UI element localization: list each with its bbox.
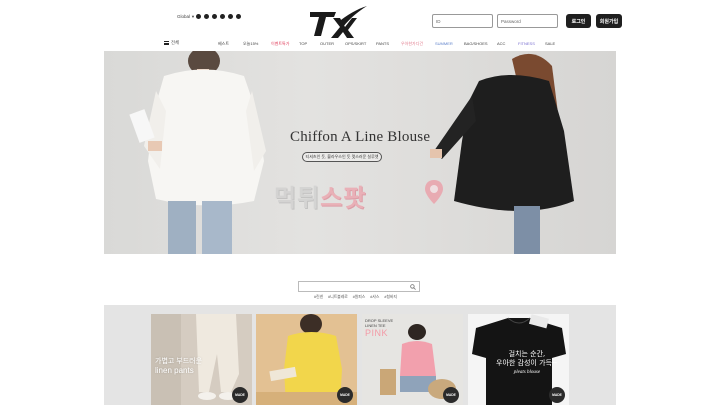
nav-item-fitness[interactable]: FITNESS bbox=[518, 41, 535, 46]
nav-item-acc[interactable]: ACC bbox=[497, 41, 505, 46]
search-tag[interactable]: #원피스 bbox=[353, 295, 366, 300]
product-caption-line2: 우아한 감성이 가득~ bbox=[496, 359, 558, 367]
product-caption: 걸치는 순간, 우아한 감성이 가득~ pleats blouse bbox=[496, 350, 558, 377]
top-bar: Global ▼ 로그인 회원가입 bbox=[0, 0, 720, 39]
search-tag[interactable]: #린넨 bbox=[314, 295, 323, 300]
search-tag[interactable]: #니트볼레로 bbox=[328, 295, 348, 300]
product-card[interactable]: MADE bbox=[256, 314, 357, 405]
all-menu-label: 전체 bbox=[171, 40, 179, 45]
nav-item-event[interactable]: 이벤트특가 bbox=[271, 41, 289, 47]
made-badge: MADE bbox=[549, 387, 565, 403]
made-badge: MADE bbox=[443, 387, 459, 403]
product-card[interactable]: 걸치는 순간, 우아한 감성이 가득~ pleats blouse MADE bbox=[468, 314, 569, 405]
banner-title: Chiffon A Line Blouse bbox=[290, 129, 431, 145]
hero-banner[interactable]: Chiffon A Line Blouse 티셔츠인 듯, 블라우스인 듯 멋스… bbox=[104, 51, 616, 254]
all-menu-button[interactable]: 전체 bbox=[164, 40, 179, 46]
product-caption-line3: pleats blouse bbox=[513, 370, 541, 375]
made-badge: MADE bbox=[232, 387, 248, 403]
nav-item-today[interactable]: 오늘15% bbox=[243, 41, 258, 47]
search-tag[interactable]: #청바지 bbox=[384, 295, 397, 300]
chevron-down-icon: ▼ bbox=[191, 14, 195, 19]
blog-icon[interactable] bbox=[228, 14, 233, 19]
product-band: 가볍고 부드러운 linen pants MADE MADE DROP SLEE… bbox=[104, 305, 616, 405]
nav-item-pants[interactable]: PANTS bbox=[376, 41, 389, 46]
product-caption: DROP SLEEVE LINEN TEE PINK bbox=[365, 318, 393, 339]
instagram-icon[interactable] bbox=[220, 14, 225, 19]
youtube-icon[interactable] bbox=[236, 14, 241, 19]
language-label: Global bbox=[177, 14, 191, 19]
nav-item-top[interactable]: TOP bbox=[299, 41, 307, 46]
product-card[interactable]: 가볍고 부드러운 linen pants MADE bbox=[151, 314, 252, 405]
password-input[interactable] bbox=[497, 14, 558, 28]
map-pin-icon bbox=[425, 180, 443, 204]
login-form: 로그인 회원가입 bbox=[432, 14, 622, 28]
nav-item-sale[interactable]: SALE bbox=[545, 41, 555, 46]
nav-item-summer[interactable]: SUMMER bbox=[435, 41, 453, 46]
search-tag[interactable]: #샤스 bbox=[370, 295, 379, 300]
watermark-part2: 스팟 bbox=[320, 185, 367, 212]
social-links bbox=[196, 14, 241, 19]
watermark-text: 먹튀스팟 bbox=[274, 178, 366, 213]
nav-item-ops-skirt[interactable]: OPS/SKIRT bbox=[345, 41, 366, 46]
facebook-icon[interactable] bbox=[212, 14, 217, 19]
join-button[interactable]: 회원가입 bbox=[596, 14, 622, 28]
made-badge: MADE bbox=[337, 387, 353, 403]
main-nav: 전체 베스트 오늘15% 이벤트특가 TOP OUTER OPS/SKIRT P… bbox=[0, 38, 720, 50]
product-caption-line3: PINK bbox=[365, 328, 389, 338]
twitter-icon[interactable] bbox=[196, 14, 201, 19]
hamburger-icon bbox=[164, 41, 169, 45]
nav-item-bag-shoes[interactable]: BAG/SHOES bbox=[464, 41, 488, 46]
nav-item-outer[interactable]: OUTER bbox=[320, 41, 334, 46]
language-selector[interactable]: Global ▼ bbox=[177, 14, 195, 19]
product-card[interactable]: DROP SLEEVE LINEN TEE PINK MADE bbox=[362, 314, 463, 405]
search-tags: #린넨 #니트볼레로 #원피스 #샤스 #청바지 bbox=[314, 295, 397, 300]
product-caption-line2: linen pants bbox=[155, 366, 194, 375]
product-caption: 가볍고 부드러운 linen pants bbox=[155, 357, 202, 375]
site-logo[interactable] bbox=[307, 5, 369, 39]
product-caption-line1: 가볍고 부드러운 bbox=[155, 358, 203, 365]
banner-subtitle: 티셔츠인 듯, 블라우스인 듯 멋스러운 실루엣 bbox=[302, 152, 382, 162]
watermark-part1: 먹튀 bbox=[274, 185, 321, 212]
search-icon[interactable] bbox=[410, 284, 416, 290]
nav-item-cardigan[interactable]: 우아한가디건 bbox=[401, 41, 423, 47]
nav-item-best[interactable]: 베스트 bbox=[218, 41, 229, 47]
login-button[interactable]: 로그인 bbox=[566, 14, 591, 28]
pinterest-icon[interactable] bbox=[204, 14, 209, 19]
search-box bbox=[298, 281, 420, 298]
product-caption-line1: 걸치는 순간, bbox=[508, 350, 546, 358]
id-input[interactable] bbox=[432, 14, 493, 28]
